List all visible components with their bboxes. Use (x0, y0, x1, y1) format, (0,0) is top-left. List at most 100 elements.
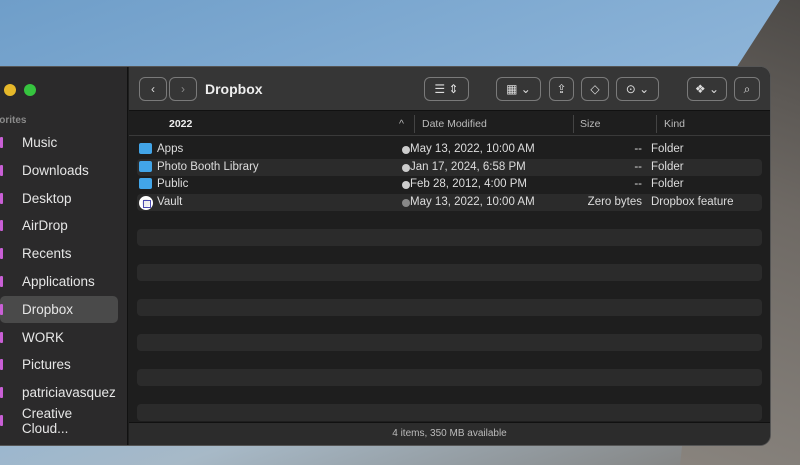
sidebar-icon (0, 248, 3, 260)
window-title: Dropbox (205, 81, 263, 97)
search-icon: ⌕ (743, 81, 751, 96)
sidebar-item-label: Creative Cloud... (21, 405, 73, 436)
file-date: Jan 17, 2024, 6:58 PM (410, 160, 526, 173)
file-list: Apps May 13, 2022, 10:00 AM -- Folder Photo … (129, 141, 770, 421)
empty-row (137, 368, 762, 386)
chevron-right-icon: › (181, 82, 185, 96)
vault-icon (139, 195, 153, 210)
column-kind[interactable]: Kind (664, 118, 685, 130)
file-row[interactable]: Photo Booth Library Jan 17, 2024, 6:58 PM… (137, 158, 762, 176)
minimize-button[interactable] (4, 84, 16, 96)
empty-row (137, 403, 762, 421)
sidebar-item-downloads[interactable]: Downloads (0, 157, 118, 184)
sidebar-item-label: Recents (22, 246, 72, 262)
file-size: -- (634, 178, 642, 190)
file-name: Vault (157, 195, 183, 208)
sidebar-item-label: Downloads (22, 162, 89, 178)
sidebar-item-music[interactable]: Music (0, 129, 118, 156)
sidebar-icon (0, 303, 3, 315)
share-button[interactable]: ⇪ (549, 77, 574, 101)
zoom-button[interactable] (24, 84, 36, 96)
sidebar-item-label: Desktop (22, 190, 72, 206)
sidebar-item-label: Music (22, 135, 58, 150)
file-row[interactable]: Vault May 13, 2022, 10:00 AM Zero bytes Dro… (137, 193, 762, 211)
file-name: Apps (157, 143, 184, 155)
sidebar-item-label: patriciavasquez (22, 385, 116, 401)
sidebar-item-label: Pictures (22, 357, 71, 373)
ellipsis-circle-icon: ⊙ ⌄ (625, 82, 650, 96)
sidebar-item-label: Dropbox (22, 301, 74, 317)
view-list-button[interactable]: ☰ ⇕ (424, 77, 469, 101)
file-size: Zero bytes (587, 195, 642, 208)
sort-ascending-icon: ^ (399, 118, 404, 130)
sidebar-item-dropbox[interactable]: Dropbox (0, 295, 118, 323)
column-size[interactable]: Size (580, 118, 600, 130)
sidebar-icon (0, 164, 3, 176)
sidebar-item-work[interactable]: WORK (0, 324, 118, 351)
file-kind: Dropbox feature (651, 195, 734, 208)
back-button[interactable]: ‹ (139, 77, 167, 101)
sidebar-icon (0, 331, 3, 343)
sidebar-icon (0, 192, 3, 204)
sidebar-icon (0, 359, 3, 371)
forward-button[interactable]: › (169, 77, 197, 101)
toolbar: ‹ › Dropbox ☰ ⇕ ▦ ⌄ ⇪ ◇ ⊙ ⌄ ❖ ⌄ ⌕ (129, 67, 770, 111)
column-name[interactable]: 2022 (169, 118, 192, 130)
folder-icon (139, 160, 152, 172)
sidebar-icon (0, 137, 3, 148)
file-size: -- (634, 160, 642, 173)
sidebar-section-favorites: Favorites (0, 115, 27, 126)
file-row[interactable]: Public Feb 28, 2012, 4:00 PM -- Folder (137, 176, 762, 194)
sidebar-item-applications[interactable]: Applications (0, 268, 118, 295)
empty-row (137, 333, 762, 351)
sync-status-icon (402, 181, 410, 189)
sidebar-item-patriciavasquez[interactable]: patriciavasquez (0, 379, 118, 406)
search-button[interactable]: ⌕ (734, 77, 760, 101)
more-actions-button[interactable]: ⊙ ⌄ (616, 77, 659, 101)
tag-button[interactable]: ◇ (581, 77, 609, 101)
file-date: May 13, 2022, 10:00 AM (410, 195, 535, 208)
sidebar: Favorites Music Downloads Desktop AirDrop Re… (0, 67, 128, 445)
sidebar-icon (0, 220, 3, 232)
empty-row (137, 228, 762, 246)
sidebar-icon (0, 276, 3, 287)
share-icon: ⇪ (556, 82, 567, 96)
file-name: Public (157, 178, 189, 190)
empty-row (137, 298, 762, 316)
tag-icon: ◇ (590, 82, 600, 96)
sync-status-icon (402, 146, 410, 154)
file-row[interactable]: Apps May 13, 2022, 10:00 AM -- Folder (137, 141, 762, 159)
group-button[interactable]: ▦ ⌄ (496, 77, 541, 101)
sidebar-item-label: Applications (22, 274, 95, 289)
file-kind: Folder (651, 178, 684, 190)
dropbox-menu-button[interactable]: ❖ ⌄ (687, 77, 727, 101)
sidebar-item-desktop[interactable]: Desktop (0, 185, 118, 212)
sidebar-item-recents[interactable]: Recents (0, 240, 118, 267)
sync-status-icon (402, 198, 410, 207)
empty-row (137, 263, 762, 281)
file-size: -- (634, 143, 642, 155)
sidebar-item-creativecloud[interactable]: Creative Cloud... (0, 405, 118, 436)
sidebar-icon (0, 415, 3, 426)
chevron-left-icon: ‹ (151, 82, 155, 96)
sidebar-item-pictures[interactable]: Pictures (0, 351, 118, 378)
sync-status-icon (402, 163, 410, 172)
file-date: May 13, 2022, 10:00 AM (410, 143, 535, 155)
column-header: 2022 ^ Date Modified Size Kind (129, 112, 770, 136)
file-date: Feb 28, 2012, 4:00 PM (410, 178, 527, 190)
file-kind: Folder (651, 143, 684, 155)
dropbox-icon: ❖ ⌄ (694, 82, 720, 96)
folder-icon (139, 178, 152, 189)
column-date-modified[interactable]: Date Modified (422, 118, 487, 130)
sidebar-icon (0, 387, 3, 399)
sidebar-item-airdrop[interactable]: AirDrop (0, 212, 118, 239)
list-icon: ☰ ⇕ (434, 82, 459, 96)
folder-icon (139, 143, 152, 154)
grid-icon: ▦ ⌄ (506, 82, 531, 96)
sidebar-item-label: WORK (22, 329, 64, 345)
finder-window: Favorites Music Downloads Desktop AirDrop Re… (0, 67, 770, 445)
sidebar-item-label: AirDrop (22, 218, 68, 234)
file-name: Photo Booth Library (157, 160, 259, 173)
status-bar: 4 items, 350 MB available (129, 422, 770, 445)
file-kind: Folder (651, 160, 684, 173)
